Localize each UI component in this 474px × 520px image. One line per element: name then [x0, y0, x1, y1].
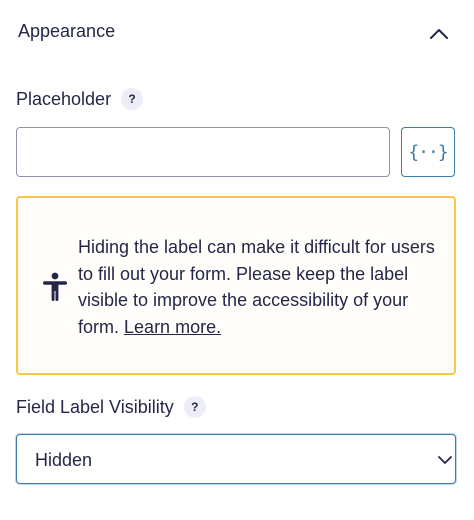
label-visibility-select[interactable]: Hidden — [16, 434, 456, 484]
accessibility-icon — [43, 272, 67, 301]
appearance-section-header[interactable]: Appearance — [0, 0, 474, 64]
learn-more-link[interactable]: Learn more. — [124, 317, 221, 337]
collapse-toggle[interactable] — [426, 22, 452, 44]
label-visibility-label: Field Label Visibility — [16, 397, 174, 417]
chevron-down-icon — [438, 456, 452, 464]
merge-tag-button[interactable]: {··} — [401, 127, 455, 177]
label-visibility-label-row: Field Label Visibility ? — [16, 396, 206, 418]
label-visibility-help-icon[interactable]: ? — [183, 396, 206, 418]
placeholder-input[interactable] — [16, 127, 390, 177]
accessibility-notice: Hiding the label can make it difficult f… — [16, 196, 456, 375]
placeholder-label-row: Placeholder ? — [16, 88, 144, 110]
select-value: Hidden — [35, 450, 93, 470]
placeholder-help-icon[interactable]: ? — [121, 88, 144, 110]
placeholder-label: Placeholder — [16, 89, 112, 109]
notice-message: Hiding the label can make it difficult f… — [78, 234, 438, 340]
section-title: Appearance — [18, 21, 116, 41]
merge-tag-icon: {··} — [408, 141, 448, 163]
appearance-panel: Appearance Placeholder ? {··} Hiding the… — [0, 0, 474, 520]
chevron-up-icon — [430, 28, 448, 39]
